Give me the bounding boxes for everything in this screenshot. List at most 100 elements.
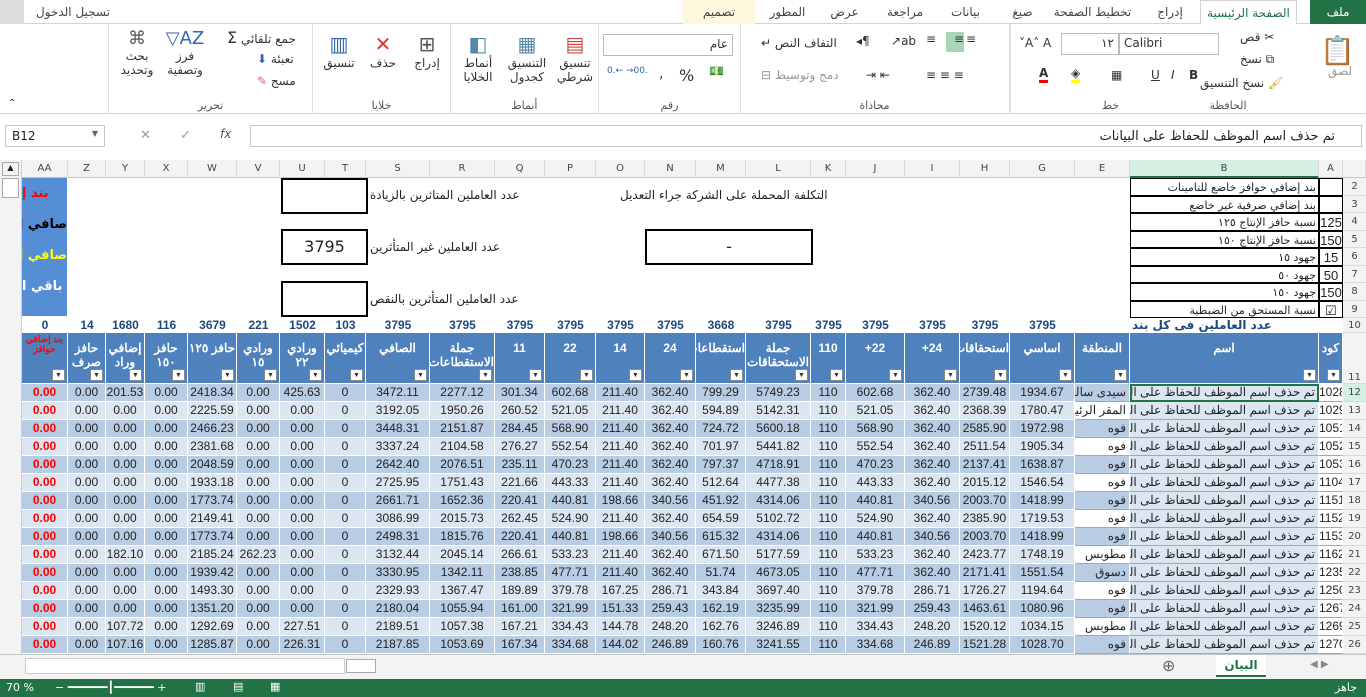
table-cell[interactable]: 568.90	[846, 420, 905, 438]
table-cell[interactable]: 1250	[1319, 582, 1343, 600]
sheet-tab-data[interactable]: البيان	[1216, 655, 1266, 677]
table-cell[interactable]: 1162	[1319, 546, 1343, 564]
table-cell[interactable]: 0.00	[22, 528, 68, 546]
table-cell[interactable]: 262.45	[495, 510, 545, 528]
filter-dropdown-icon[interactable]: ▼	[221, 369, 234, 381]
tab-design[interactable]: تصميم	[683, 0, 755, 24]
row-header[interactable]: 18	[1343, 492, 1366, 510]
filter-dropdown-icon[interactable]: ▼	[730, 369, 743, 381]
decrease-count-box[interactable]	[281, 281, 368, 317]
table-cell[interactable]: فوه	[1075, 582, 1130, 600]
table-cell[interactable]: 3246.89	[746, 618, 811, 636]
table-cell[interactable]: 1493.30	[188, 582, 237, 600]
table-cell[interactable]: 2511.54	[960, 438, 1010, 456]
table-cell[interactable]: 4477.38	[746, 474, 811, 492]
filter-dropdown-icon[interactable]: ▼	[479, 369, 492, 381]
table-cell[interactable]: 594.89	[696, 402, 746, 420]
table-cell[interactable]: 362.40	[645, 384, 696, 402]
table-cell[interactable]: 1029	[1319, 402, 1343, 420]
column-header[interactable]: Z	[68, 160, 106, 178]
cell-styles-button[interactable]: ◧ أنماط الخلايا	[455, 32, 501, 84]
cost-value-box[interactable]: -	[645, 229, 813, 265]
table-cell[interactable]: 477.71	[545, 564, 596, 582]
scroll-up-icon[interactable]: ▲	[2, 162, 19, 176]
filter-dropdown-icon[interactable]: ▼	[629, 369, 642, 381]
table-cell[interactable]: 1270	[1319, 636, 1343, 654]
tab-home[interactable]: الصفحة الرئيسية	[1200, 0, 1297, 24]
table-cell[interactable]: 340.56	[905, 528, 960, 546]
table-cell[interactable]: 0.00	[68, 456, 106, 474]
table-cell[interactable]: 227.51	[280, 618, 325, 636]
format-cells-button[interactable]: ▥ تنسيق	[319, 32, 359, 70]
table-cell[interactable]: 1972.98	[1010, 420, 1075, 438]
table-cell[interactable]: 533.23	[846, 546, 905, 564]
table-cell[interactable]: 0.00	[22, 510, 68, 528]
row-header[interactable]: 6	[1343, 248, 1366, 266]
table-cell[interactable]: 0	[325, 510, 366, 528]
table-cell[interactable]: 524.90	[846, 510, 905, 528]
table-cell[interactable]: 110	[811, 384, 846, 402]
table-cell[interactable]: 362.40	[905, 546, 960, 564]
table-cell[interactable]: 0.00	[280, 600, 325, 618]
table-cell[interactable]: 248.20	[905, 618, 960, 636]
table-cell[interactable]: 3330.95	[366, 564, 430, 582]
filter-dropdown-icon[interactable]: ▼	[1303, 369, 1316, 381]
table-cell[interactable]: 1950.26	[430, 402, 495, 420]
table-cell[interactable]: 4314.06	[746, 528, 811, 546]
table-cell[interactable]: 144.02	[596, 636, 645, 654]
table-cell[interactable]: 797.37	[696, 456, 746, 474]
table-cell[interactable]: 1285.87	[188, 636, 237, 654]
table-cell[interactable]: 107.72	[106, 618, 145, 636]
increase-count-box[interactable]	[281, 178, 368, 214]
table-cell[interactable]: 2277.12	[430, 384, 495, 402]
filter-dropdown-icon[interactable]: ▼	[1114, 369, 1127, 381]
table-cell[interactable]: 362.40	[645, 420, 696, 438]
row-header[interactable]: 9	[1343, 300, 1366, 318]
table-cell[interactable]: 1055.94	[430, 600, 495, 618]
table-cell[interactable]: 533.23	[545, 546, 596, 564]
table-cell[interactable]: 0.00	[280, 582, 325, 600]
table-cell[interactable]: 0.00	[106, 438, 145, 456]
column-header[interactable]: J	[846, 160, 905, 178]
table-cell[interactable]: 211.40	[596, 564, 645, 582]
table-cell[interactable]: 362.40	[905, 456, 960, 474]
table-cell[interactable]: 2003.70	[960, 528, 1010, 546]
table-cell[interactable]: 3697.40	[746, 582, 811, 600]
table-cell[interactable]: 1934.67	[1010, 384, 1075, 402]
table-cell[interactable]: 0.00	[237, 600, 280, 618]
table-cell[interactable]: 440.81	[846, 492, 905, 510]
table-cell[interactable]: 362.40	[645, 546, 696, 564]
table-cell[interactable]: 470.23	[545, 456, 596, 474]
table-cell[interactable]: 0.00	[106, 474, 145, 492]
table-cell[interactable]: 2180.04	[366, 600, 430, 618]
font-color-icon[interactable]: A	[1039, 66, 1049, 83]
column-header[interactable]: N	[645, 160, 696, 178]
table-cell[interactable]: 0.00	[145, 456, 188, 474]
table-cell[interactable]: فوه	[1075, 474, 1130, 492]
orientation-icon[interactable]: ab↗	[891, 34, 916, 48]
table-cell[interactable]: 2418.34	[188, 384, 237, 402]
filter-dropdown-icon[interactable]: ▼	[680, 369, 693, 381]
row-header[interactable]: 4	[1343, 213, 1366, 231]
filter-dropdown-icon[interactable]: ▼	[414, 369, 427, 381]
rtl-icon[interactable]: ¶◂	[856, 34, 870, 48]
table-cell[interactable]: 162.76	[696, 618, 746, 636]
sheet-nav-icons[interactable]: ◀ ▶	[1310, 659, 1329, 670]
table-cell[interactable]: 0.00	[22, 456, 68, 474]
table-cell[interactable]: 440.81	[545, 528, 596, 546]
table-cell[interactable]: 334.43	[545, 618, 596, 636]
table-cell[interactable]: 0	[325, 492, 366, 510]
table-cell[interactable]: 107.16	[106, 636, 145, 654]
table-cell[interactable]: 246.89	[645, 636, 696, 654]
table-cell[interactable]: 276.27	[495, 438, 545, 456]
row-header[interactable]: 15	[1343, 438, 1366, 456]
filter-dropdown-icon[interactable]: ▼	[1059, 369, 1072, 381]
column-header[interactable]: U	[280, 160, 325, 178]
table-cell[interactable]: 1905.34	[1010, 438, 1075, 456]
table-cell[interactable]: 1151	[1319, 492, 1343, 510]
row-header[interactable]: 7	[1343, 265, 1366, 283]
table-cell[interactable]: 552.54	[846, 438, 905, 456]
tab-review[interactable]: مراجعة	[880, 0, 930, 24]
underline-button[interactable]: U	[1151, 68, 1160, 82]
table-cell[interactable]: 220.41	[495, 528, 545, 546]
